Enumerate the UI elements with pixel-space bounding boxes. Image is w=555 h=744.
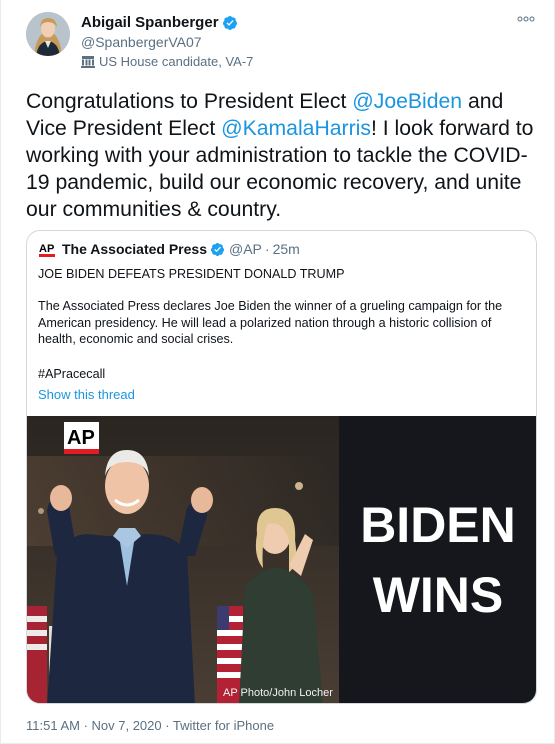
meta-separator: · — [264, 241, 270, 257]
tweet-timestamp[interactable]: 11:51 AM · Nov 7, 2020 · Twitter for iPh… — [26, 718, 274, 733]
tweet-card: Abigail Spanberger @SpanbergerVA07 US Ho… — [0, 0, 555, 744]
tweet-text: Congratulations to President Elect @JoeB… — [26, 88, 534, 223]
more-dots — [517, 16, 535, 22]
author-name-row: Abigail Spanberger — [81, 14, 238, 31]
ap-logo-large: AP — [64, 422, 99, 454]
mention-link[interactable]: @KamalaHarris — [221, 117, 371, 140]
quoted-tweet[interactable]: AP The Associated Press @AP · 25m JOE BI… — [26, 230, 537, 704]
avatar-photo — [26, 12, 70, 56]
quoted-media-image[interactable]: AP AP Photo/John Locher BIDEN WINS — [27, 416, 536, 703]
banner-line-2: WINS — [373, 567, 504, 623]
headline-banner — [339, 416, 536, 703]
ap-logo-large-text: AP — [67, 427, 95, 449]
quoted-hashtag: #APracecall — [38, 367, 106, 381]
quoted-body: The Associated Press declares Joe Biden … — [38, 299, 503, 346]
author-display-name[interactable]: Abigail Spanberger — [81, 14, 219, 31]
avatar[interactable] — [26, 12, 70, 56]
government-building-icon — [81, 55, 95, 68]
quoted-tweet-header: AP The Associated Press @AP · 25m — [38, 240, 300, 258]
quoted-headline: JOE BIDEN DEFEATS PRESIDENT DONALD TRUMP — [38, 267, 345, 281]
show-thread-link[interactable]: Show this thread — [38, 387, 135, 402]
author-handle[interactable]: @SpanbergerVA07 — [81, 34, 202, 50]
account-label-text: US House candidate, VA-7 — [99, 54, 254, 69]
mention-link[interactable]: @JoeBiden — [352, 90, 462, 113]
photo-credit: AP Photo/John Locher — [223, 687, 333, 699]
more-options-icon[interactable] — [516, 14, 536, 28]
quoted-handle[interactable]: @AP — [229, 241, 262, 257]
account-label: US House candidate, VA-7 — [81, 54, 253, 69]
ap-logo-icon: AP — [38, 240, 56, 258]
verified-badge-icon — [210, 242, 225, 256]
ap-logo-small-text: AP — [39, 243, 54, 255]
banner-line-1: BIDEN — [360, 497, 516, 553]
quoted-display-name[interactable]: The Associated Press — [62, 241, 207, 257]
tweet-header: Abigail Spanberger @SpanbergerVA07 US Ho… — [26, 12, 536, 72]
verified-badge-icon — [222, 15, 237, 30]
tweet-text-segment: Congratulations to President Elect — [26, 90, 353, 113]
quoted-time[interactable]: 25m — [273, 241, 300, 257]
biden-wins-graphic: AP AP Photo/John Locher BIDEN WINS — [27, 416, 536, 703]
